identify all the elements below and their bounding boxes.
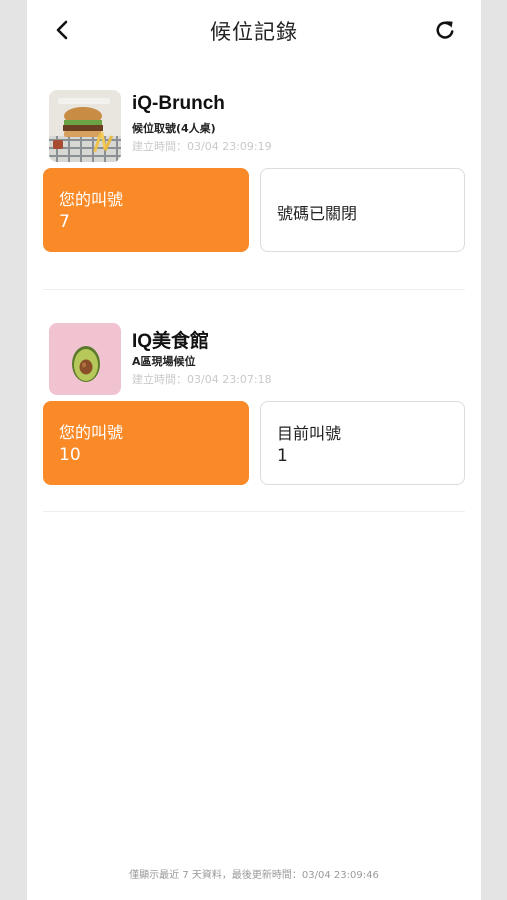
refresh-icon: [436, 21, 454, 39]
divider: [43, 289, 465, 290]
store-name: IQ美食館: [132, 331, 210, 352]
refresh-button[interactable]: [429, 14, 461, 46]
burger-image: [49, 90, 121, 162]
store-thumbnail: [49, 90, 121, 162]
store-thumbnail: [49, 323, 121, 395]
created-time: 建立時間：03/04 23:09:19: [132, 140, 272, 153]
status-card: 號碼已關閉: [260, 168, 465, 252]
app-screen: 候位記錄 iQ-Brunch 候位取號(4人桌) 建立時間：03/04 23:0…: [27, 0, 481, 900]
footer-note: 僅顯示最近 7 天資料，最後更新時間：03/04 23:09:46: [129, 870, 379, 881]
store-name: iQ-Brunch: [132, 93, 225, 114]
created-time: 建立時間：03/04 23:07:18: [132, 373, 272, 386]
my-number-label: 您的叫號: [59, 190, 124, 209]
current-number-label: 目前叫號: [277, 424, 342, 443]
queue-type: A區現場候位: [132, 355, 196, 368]
my-number-card: 您的叫號 10: [43, 401, 249, 485]
status-text: 號碼已關閉: [277, 204, 358, 223]
my-number-value: 7: [59, 212, 70, 232]
current-number-value: 1: [277, 446, 288, 466]
avocado-image: [49, 323, 121, 395]
my-number-value: 10: [59, 445, 81, 465]
header: 候位記錄: [27, 0, 481, 60]
page-title: 候位記錄: [210, 20, 298, 44]
divider: [43, 511, 465, 512]
my-number-card: 您的叫號 7: [43, 168, 249, 252]
my-number-label: 您的叫號: [59, 423, 124, 442]
current-number-card: 目前叫號 1: [260, 401, 465, 485]
queue-type: 候位取號(4人桌): [132, 122, 216, 135]
